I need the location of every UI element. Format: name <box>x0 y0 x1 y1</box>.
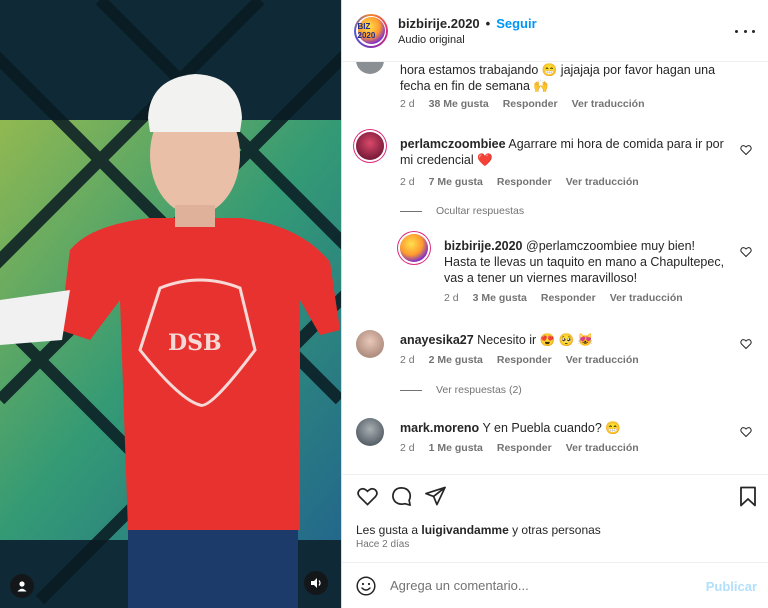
share-icon <box>424 486 446 506</box>
avatar[interactable] <box>356 62 384 74</box>
comment-text: hora estamos trabajando 😁 jajajaja por f… <box>400 63 716 93</box>
avatar[interactable] <box>400 234 428 262</box>
comment-likes[interactable]: 2 Me gusta <box>429 354 483 366</box>
comment-username[interactable]: anayesika27 <box>400 333 474 347</box>
post-header: BIZ 2020 bizbirije.2020 • Seguir Audio o… <box>342 0 768 62</box>
reply-button[interactable]: Responder <box>497 176 552 188</box>
translate-button[interactable]: Ver traducción <box>566 176 639 188</box>
translate-button[interactable]: Ver traducción <box>566 442 639 454</box>
avatar-image: BIZ 2020 <box>357 17 385 44</box>
post-actions: Les gusta a luigivandamme y otras person… <box>342 474 768 560</box>
comment-button[interactable] <box>390 485 412 507</box>
add-comment-bar: Publicar <box>342 562 768 608</box>
comment-time[interactable]: 2 d <box>444 292 459 304</box>
liker-username[interactable]: luigivandamme <box>421 523 508 537</box>
heart-icon[interactable] <box>740 246 752 258</box>
hide-replies-button[interactable]: Ocultar respuestas <box>400 205 524 217</box>
user-icon <box>17 581 27 592</box>
reply-button[interactable]: Responder <box>503 98 558 110</box>
post-comment-button[interactable]: Publicar <box>706 579 757 594</box>
heart-icon[interactable] <box>740 338 752 350</box>
user-tag-button[interactable] <box>10 574 34 598</box>
likes-summary[interactable]: Les gusta a luigivandamme y otras person… <box>356 523 601 537</box>
view-replies-button[interactable]: Ver respuestas (2) <box>400 384 522 396</box>
svg-text:DSB: DSB <box>168 330 222 356</box>
like-button[interactable] <box>356 485 378 507</box>
comment-time[interactable]: 2 d <box>400 98 415 110</box>
comments-list[interactable]: hora estamos trabajando 😁 jajajaja por f… <box>342 62 768 474</box>
volume-icon <box>310 578 321 588</box>
post-details-panel: BIZ 2020 bizbirije.2020 • Seguir Audio o… <box>341 0 768 608</box>
video-player[interactable]: DSB <box>0 0 341 608</box>
translate-button[interactable]: Ver traducción <box>610 292 683 304</box>
comment-time[interactable]: 2 d <box>400 176 415 188</box>
save-button[interactable] <box>737 485 759 507</box>
comment-likes[interactable]: 1 Me gusta <box>429 442 483 454</box>
author-username[interactable]: bizbirije.2020 <box>398 16 480 31</box>
share-button[interactable] <box>424 485 446 507</box>
comment-username[interactable]: mark.moreno <box>400 421 479 435</box>
heart-icon[interactable] <box>740 426 752 438</box>
audio-toggle-button[interactable] <box>304 571 328 595</box>
comment-input[interactable] <box>390 578 690 593</box>
follow-button[interactable]: Seguir <box>496 16 536 31</box>
comment-time[interactable]: 2 d <box>400 354 415 366</box>
heart-icon[interactable] <box>740 144 752 156</box>
comment-username[interactable]: perlamczoombiee <box>400 137 506 151</box>
avatar[interactable] <box>356 132 384 160</box>
emoji-button[interactable] <box>356 575 376 596</box>
post-viewer: DSB BIZ 2020 bizbirije.2020 • Seguir Aud… <box>0 0 768 608</box>
avatar[interactable]: BIZ 2020 <box>354 13 388 48</box>
more-icon <box>735 29 738 33</box>
emoji-icon <box>356 575 376 596</box>
reply-button[interactable]: Responder <box>497 354 552 366</box>
more-options-button[interactable] <box>735 22 755 40</box>
comment-text: Y en Puebla cuando? 😁 <box>482 421 621 435</box>
bookmark-icon <box>740 486 756 506</box>
avatar[interactable] <box>356 418 384 446</box>
translate-button[interactable]: Ver traducción <box>572 98 645 110</box>
comment-text: Necesito ir 😍 🥺 😻 <box>477 333 594 347</box>
comment-likes[interactable]: 38 Me gusta <box>429 98 489 110</box>
video-frame: DSB <box>0 0 341 608</box>
avatar[interactable] <box>356 330 384 358</box>
audio-label[interactable]: Audio original <box>398 34 537 46</box>
separator-dot: • <box>485 15 491 31</box>
heart-icon <box>356 487 378 506</box>
translate-button[interactable]: Ver traducción <box>566 354 639 366</box>
post-timestamp[interactable]: Hace 2 días <box>356 539 409 550</box>
reply-button[interactable]: Responder <box>541 292 596 304</box>
comment-username[interactable]: bizbirije.2020 <box>444 239 523 253</box>
reply-button[interactable]: Responder <box>497 442 552 454</box>
comment-time[interactable]: 2 d <box>400 442 415 454</box>
comment-icon <box>391 486 411 506</box>
comment-likes[interactable]: 3 Me gusta <box>473 292 527 304</box>
comment-likes[interactable]: 7 Me gusta <box>429 176 483 188</box>
